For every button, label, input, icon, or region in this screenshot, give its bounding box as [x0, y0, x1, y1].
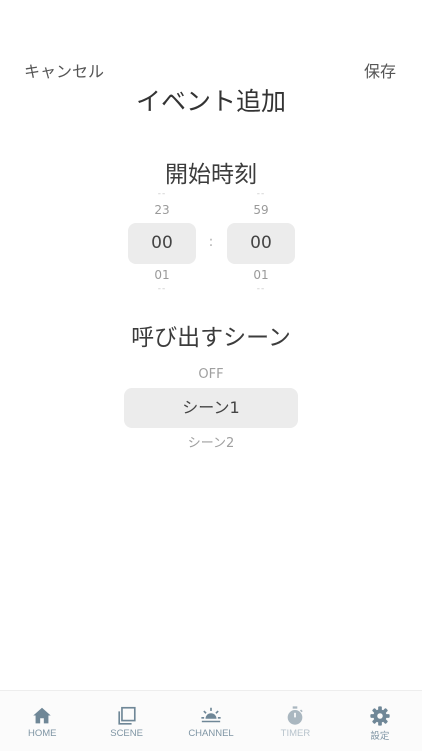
- home-icon: [33, 707, 51, 724]
- tab-channel[interactable]: CHANNEL: [169, 691, 253, 751]
- tab-home-label: HOME: [27, 728, 57, 739]
- tab-timer-label: TIMER: [280, 728, 311, 739]
- tab-home[interactable]: HOME: [0, 691, 84, 751]
- tab-settings[interactable]: 設定: [338, 691, 422, 751]
- sun-icon: [201, 707, 221, 723]
- save-button[interactable]: 保存: [364, 58, 396, 82]
- scene-picker[interactable]: OFF シーン1 シーン2: [124, 0, 298, 750]
- cancel-button[interactable]: キャンセル: [24, 58, 104, 82]
- scene-icon: [117, 706, 136, 725]
- tab-scene-label: SCENE: [110, 728, 143, 739]
- stopwatch-icon: [288, 706, 304, 725]
- tab-bar: HOME SCENE CHANNEL TIMER 設定: [0, 690, 422, 751]
- tab-channel-label: CHANNEL: [188, 728, 234, 739]
- scene-selected[interactable]: シーン1: [124, 388, 298, 428]
- scene-option-below[interactable]: シーン2: [124, 432, 298, 451]
- tab-timer[interactable]: TIMER: [253, 691, 337, 751]
- tab-settings-label: 設定: [370, 731, 390, 742]
- scene-option-above[interactable]: OFF: [124, 367, 298, 382]
- tab-scene[interactable]: SCENE: [84, 691, 168, 751]
- gear-icon: [370, 706, 390, 726]
